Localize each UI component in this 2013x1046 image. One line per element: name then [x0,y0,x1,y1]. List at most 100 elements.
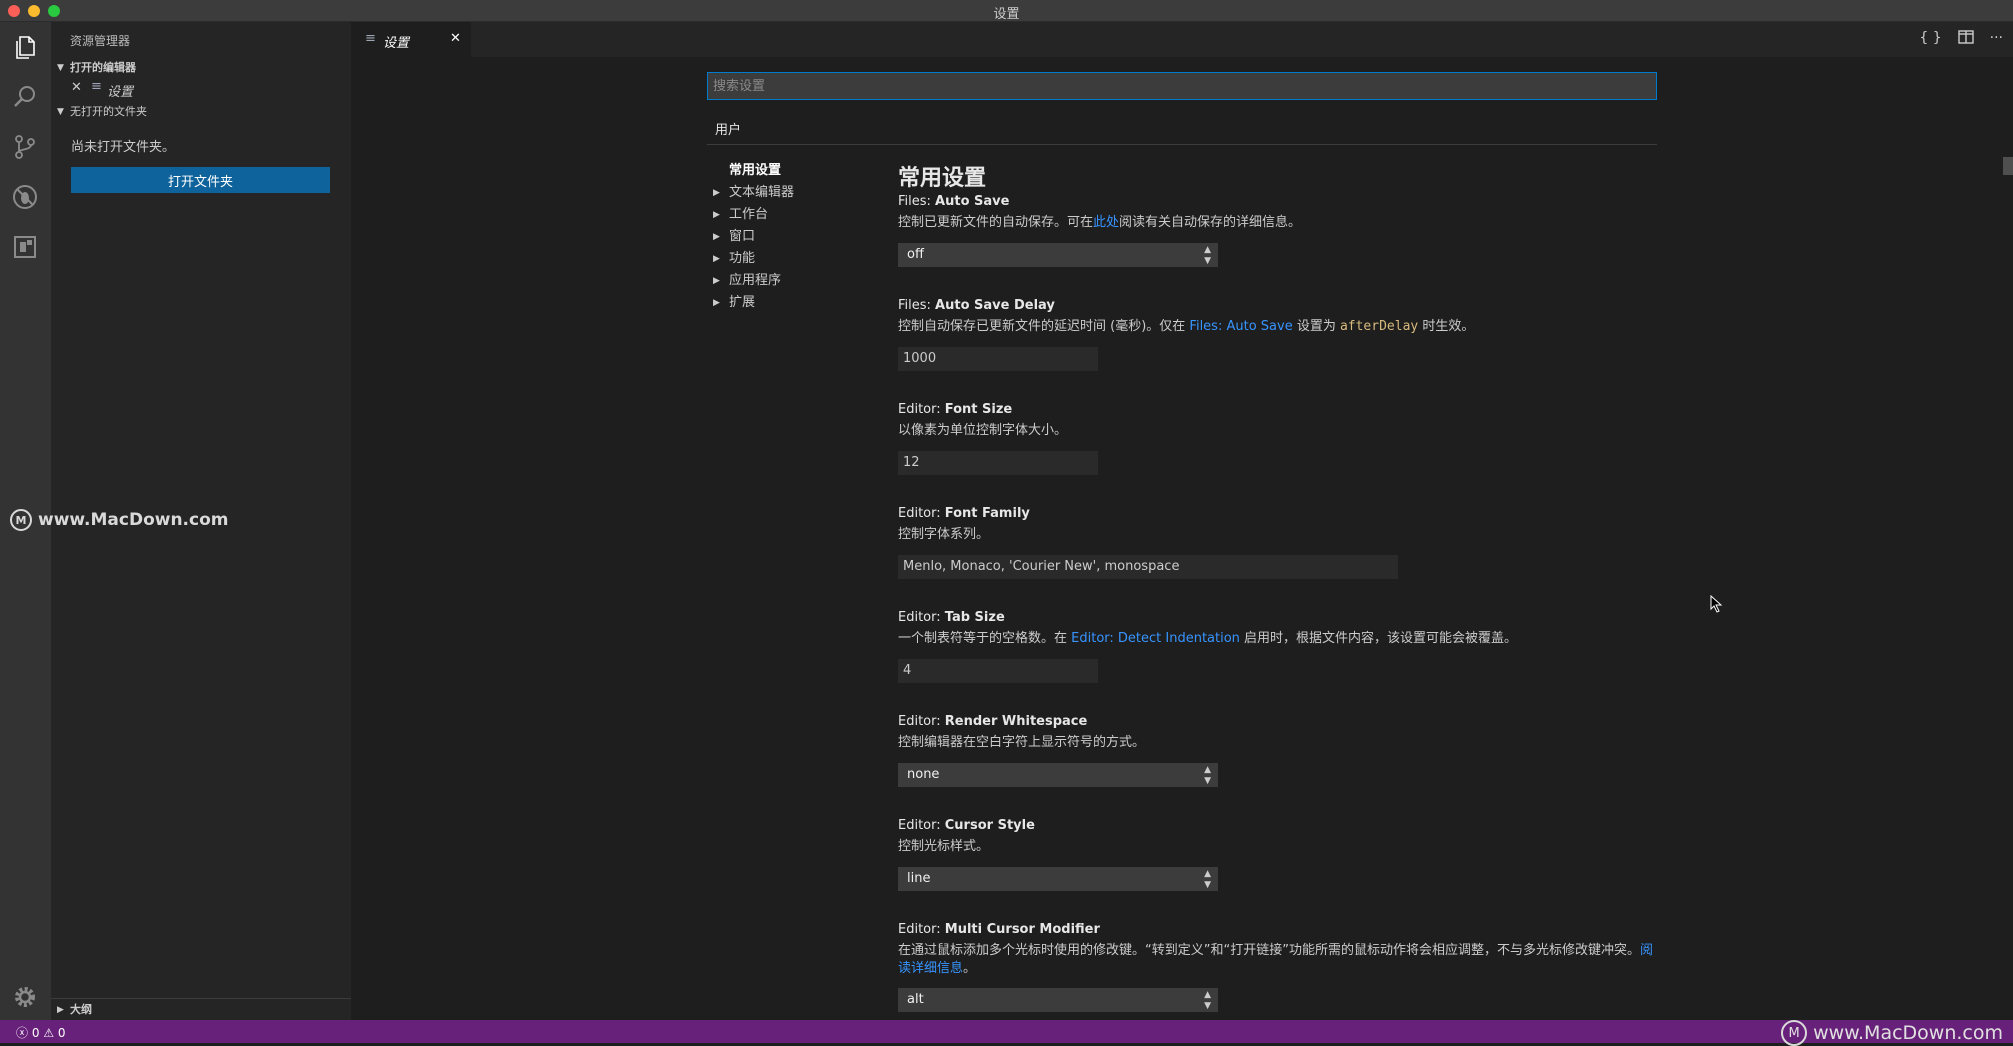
open-editor-item[interactable]: ✕ ≡ 设置 [51,78,351,100]
watermark-text: www.MacDown.com [38,510,229,530]
desc-link[interactable]: Files: Auto Save [1189,319,1292,334]
font-family-input[interactable]: Menlo, Monaco, 'Courier New', monospace [898,555,1398,579]
chevron-right-icon: ▶ [57,1005,64,1015]
toc-label: 应用程序 [729,273,782,288]
desc-text: 。 [963,961,977,976]
status-bar: ⓧ 0 ⚠ 0 M www.MacDown.com [0,1020,2013,1046]
gear-icon[interactable] [8,980,42,1014]
cursor-style-select[interactable]: line ▲ ▼ [898,867,1218,891]
desc-text: 阅读有关自动保存的详细信息。 [1119,215,1302,230]
open-settings-json-icon[interactable]: { } [1919,30,1941,48]
debug-icon[interactable] [8,180,42,214]
desc-text: 在通过鼠标添加多个光标时使用的修改键。“转到定义”和“打开链接”功能所需的鼠标动… [898,943,1640,958]
font-size-input[interactable]: 12 [898,451,1098,475]
setting-category: Editor: [898,402,945,417]
setting-description: 控制已更新文件的自动保存。可在此处阅读有关自动保存的详细信息。 [898,212,1678,234]
toc-label: 文本编辑器 [729,185,795,200]
setting-title: Editor: Multi Cursor Modifier [898,920,1678,940]
desc-text: 启用时，根据文件内容，该设置可能会被覆盖。 [1239,631,1518,646]
select-arrows-icon: ▲ ▼ [1204,990,1211,1011]
setting-description: 一个制表符等于的空格数。在 Editor: Detect Indentation… [898,628,1678,650]
auto-save-delay-input[interactable]: 1000 [898,347,1098,371]
extensions-icon[interactable] [8,230,42,264]
problems-indicator[interactable]: ⓧ 0 ⚠ 0 [16,1024,66,1041]
select-arrows-icon: ▲ ▼ [1204,869,1211,890]
no-folder-message: 尚未打开文件夹。 [71,140,176,155]
search-icon[interactable] [8,80,42,114]
open-editors-section[interactable]: ▼ 打开的编辑器 [51,57,351,79]
setting-name: Font Size [944,402,1013,417]
chevron-right-icon: ▶ [713,298,720,308]
setting-category: Editor: [898,506,945,521]
toc-item-text-editor[interactable]: ▶ 文本编辑器 [707,182,877,204]
setting-title: Editor: Font Size [898,400,1678,420]
multi-cursor-modifier-select[interactable]: alt ▲ ▼ [898,988,1218,1012]
setting-name: Render Whitespace [944,714,1088,729]
setting-category: Files: [898,194,936,209]
watermark: M www.MacDown.com [1781,1020,2003,1046]
warning-count: 0 [57,1026,66,1040]
mouse-cursor-icon [1710,595,1723,613]
macdown-logo-icon: M [10,509,32,531]
chevron-right-icon: ▶ [713,254,720,264]
setting-description: 控制光标样式。 [898,839,990,854]
error-count: 0 [31,1026,40,1040]
search-settings-input[interactable] [707,72,1657,100]
setting-title: Editor: Render Whitespace [898,712,1678,732]
desc-link[interactable]: 此处 [1093,215,1119,230]
setting-category: Editor: [898,922,945,937]
no-folder-section[interactable]: ▼ 无打开的文件夹 [51,101,351,123]
tab-settings[interactable]: ≡ 设置 ✕ [351,22,471,57]
chevron-right-icon: ▶ [713,210,720,220]
open-folder-button[interactable]: 打开文件夹 [71,167,330,193]
desc-link[interactable]: Editor: Detect Indentation [1071,631,1240,646]
setting-title: Files: Auto Save Delay [898,296,1678,316]
setting-category: Editor: [898,714,945,729]
toc-item-common[interactable]: 常用设置 [707,160,877,182]
setting-font-size: Editor: Font Size 以像素为单位控制字体大小。 12 [898,400,1678,504]
close-icon[interactable]: ✕ [450,31,461,46]
title-bar: 设置 [0,0,2013,22]
settings-list: 常用设置 Files: Auto Save 控制已更新文件的自动保存。可在此处阅… [898,160,1678,1020]
more-actions-icon[interactable]: ··· [1990,30,2003,48]
desc-code: afterDelay [1339,319,1419,334]
source-control-icon[interactable] [8,130,42,164]
toc-item-workbench[interactable]: ▶ 工作台 [707,204,877,226]
chevron-down-icon: ▼ [57,107,64,117]
render-whitespace-select[interactable]: none ▲ ▼ [898,763,1218,787]
setting-name: Cursor Style [944,818,1035,833]
toc-item-features[interactable]: ▶ 功能 [707,248,877,270]
toc-label: 功能 [729,251,756,266]
auto-save-select[interactable]: off ▲ ▼ [898,243,1218,267]
files-icon[interactable] [8,30,42,64]
setting-cursor-style: Editor: Cursor Style 控制光标样式。 line ▲ ▼ [898,816,1678,920]
settings-file-icon: ≡ [365,31,376,46]
editor-actions: { } ··· [1919,30,2003,48]
toc-label: 工作台 [729,207,769,222]
split-editor-icon[interactable] [1957,30,1974,48]
scrollbar-thumb[interactable] [2003,157,2013,175]
tab-user-scope[interactable]: 用户 [707,119,749,145]
toc-item-extensions[interactable]: ▶ 扩展 [707,292,877,314]
chevron-right-icon: ▶ [713,232,720,242]
outline-section[interactable]: ▶ 大纲 [51,998,351,1020]
setting-title: Editor: Tab Size [898,608,1678,628]
setting-description: 在通过鼠标添加多个光标时使用的修改键。“转到定义”和“打开链接”功能所需的鼠标动… [898,940,1658,978]
open-editors-label: 打开的编辑器 [70,61,136,74]
toc-label: 扩展 [729,295,756,310]
watermark-text: www.MacDown.com [1813,1022,2003,1044]
tab-size-input[interactable]: 4 [898,659,1098,683]
toc-item-window[interactable]: ▶ 窗口 [707,226,877,248]
setting-title: Editor: Font Family [898,504,1678,524]
setting-tab-size: Editor: Tab Size 一个制表符等于的空格数。在 Editor: D… [898,608,1678,712]
select-value: none [907,767,940,782]
chevron-right-icon: ▶ [713,188,720,198]
desc-text: 控制已更新文件的自动保存。可在 [898,215,1094,230]
desc-text: 控制自动保存已更新文件的延迟时间 (毫秒)。仅在 [898,319,1190,334]
divider [707,144,1657,145]
toc-item-application[interactable]: ▶ 应用程序 [707,270,877,292]
no-folder-label: 无打开的文件夹 [70,105,147,118]
setting-description: 控制编辑器在空白字符上显示符号的方式。 [898,735,1146,750]
close-icon[interactable]: ✕ [71,80,82,95]
select-value: alt [907,992,924,1007]
